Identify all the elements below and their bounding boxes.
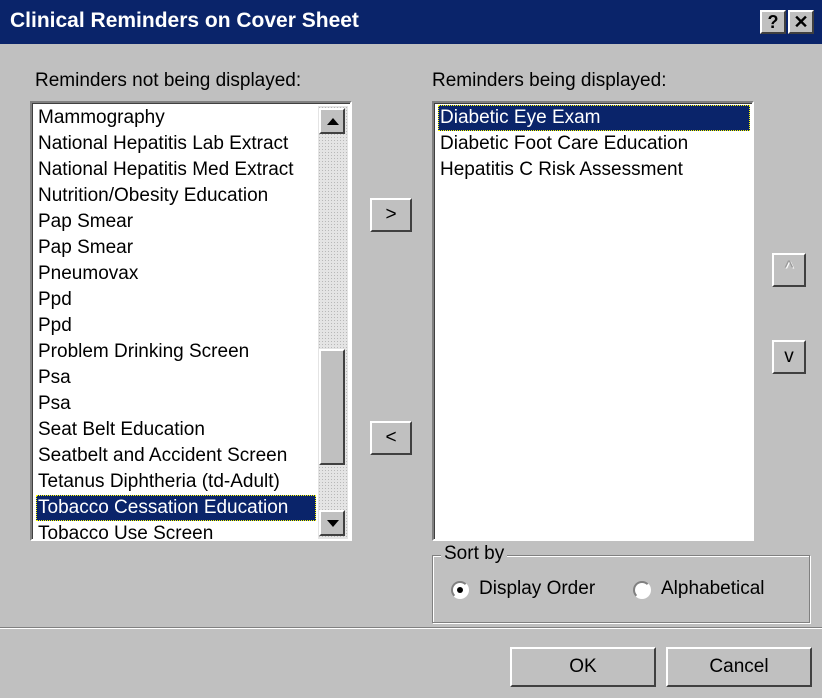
close-button[interactable]: ✕ [788,10,814,34]
list-item[interactable]: Psa [36,391,316,417]
sort-alphabetical-label[interactable]: Alphabetical [661,578,765,600]
divider [0,628,822,629]
hidden-reminders-list[interactable]: Mammography National Hepatitis Lab Extra… [30,101,352,541]
sort-by-legend: Sort by [441,543,508,565]
window-title: Clinical Reminders on Cover Sheet [10,9,359,32]
sort-alphabetical-radio[interactable] [633,581,651,599]
list-item[interactable]: Nutrition/Obesity Education [36,183,316,209]
list-item[interactable]: National Hepatitis Med Extract [36,157,316,183]
list-item[interactable]: Diabetic Foot Care Education [438,131,750,157]
list-item[interactable]: National Hepatitis Lab Extract [36,131,316,157]
left-list-scrollbar[interactable] [318,106,348,539]
displayed-reminders-list[interactable]: Diabetic Eye Exam Diabetic Foot Care Edu… [432,101,754,541]
list-item[interactable]: Hepatitis C Risk Assessment [438,157,750,183]
list-item-selected[interactable]: Diabetic Eye Exam [438,105,750,131]
add-reminder-button[interactable]: > [370,198,412,232]
sort-by-group: Sort by Display Order Alphabetical [432,543,810,623]
list-item[interactable]: Ppd [36,313,316,339]
scroll-up-button[interactable] [319,108,345,134]
down-arrow-icon [327,520,339,527]
list-item[interactable]: Pap Smear [36,209,316,235]
list-item[interactable]: Tobacco Use Screen [36,521,316,539]
scroll-thumb[interactable] [319,349,345,465]
scroll-down-button[interactable] [319,510,345,536]
ok-button[interactable]: OK [510,647,656,687]
list-item[interactable]: Pap Smear [36,235,316,261]
remove-reminder-button[interactable]: < [370,421,412,455]
list-item[interactable]: Pneumovax [36,261,316,287]
right-list-label: Reminders being displayed: [432,70,667,91]
list-item[interactable]: Seatbelt and Accident Screen [36,443,316,469]
dialog-window: Clinical Reminders on Cover Sheet ? ✕ Re… [0,0,822,698]
list-item[interactable]: Mammography [36,105,316,131]
list-item[interactable]: Psa [36,365,316,391]
help-button[interactable]: ? [760,10,786,34]
radio-selected-dot [457,587,463,593]
cancel-button[interactable]: Cancel [666,647,812,687]
up-arrow-icon [327,118,339,125]
sort-display-order-label[interactable]: Display Order [479,578,595,600]
move-down-button[interactable]: v [772,340,806,374]
list-item[interactable]: Ppd [36,287,316,313]
title-bar: Clinical Reminders on Cover Sheet ? ✕ [0,0,822,44]
list-item[interactable]: Tetanus Diphtheria (td-Adult) [36,469,316,495]
list-item[interactable]: Seat Belt Education [36,417,316,443]
list-item[interactable]: Problem Drinking Screen [36,339,316,365]
list-item-selected[interactable]: Tobacco Cessation Education [36,495,316,521]
left-list-label: Reminders not being displayed: [35,70,302,91]
move-up-button[interactable]: ^ [772,253,806,287]
sort-display-order-radio[interactable] [451,581,469,599]
